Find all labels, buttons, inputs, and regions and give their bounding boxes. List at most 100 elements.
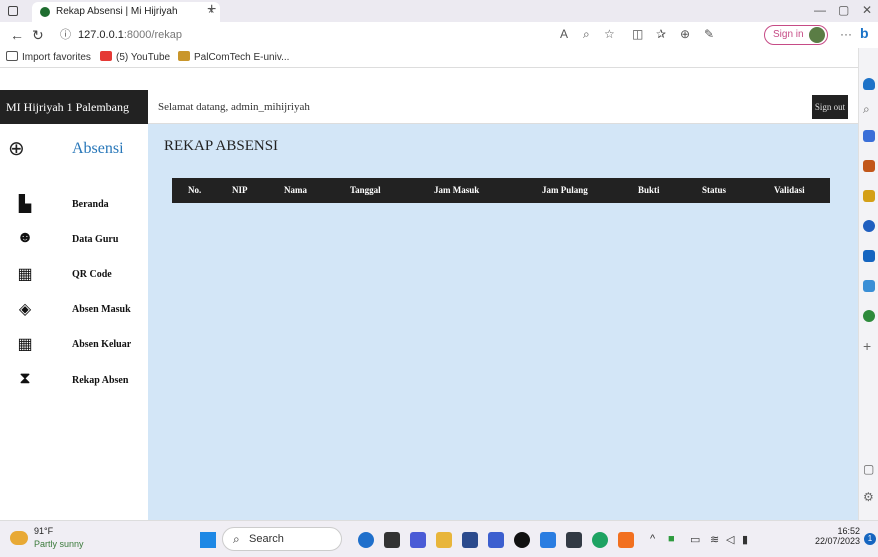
xampp-icon[interactable] [618,532,634,548]
url-input[interactable]: ⓘ 127.0.0.1:8000/rekap [56,25,596,45]
favorites-bar: Import favorites (5) YouTube PalComTech … [0,48,858,68]
weather-temperature[interactable]: 91°F [34,526,53,536]
tab-title: Rekap Absensi | Mi Hijriyah [56,6,178,17]
site-name[interactable]: MI Hijriyah 1 Palembang [0,90,148,124]
split-screen-icon[interactable]: ◫ [632,27,643,41]
clock[interactable]: 16:52 22/07/2023 [812,526,860,546]
favorite-import[interactable]: Import favorites [6,51,91,63]
sidebar-layout-icon[interactable]: ▢ [863,462,874,476]
games-icon[interactable] [863,190,875,202]
column-header-bukti: Bukti [638,185,660,195]
sidebar-item-rekap-absen[interactable]: ⧗ Rekap Absen [0,370,148,394]
column-header-nip: NIP [232,185,248,195]
favorites-icon[interactable]: ✰ [656,27,666,41]
zoom-icon[interactable]: ⌕ [583,27,590,42]
sign-out-button[interactable]: Sign out [812,95,848,119]
sidebar-item-label: Beranda [72,199,109,210]
maximize-icon[interactable]: ▢ [838,3,849,17]
read-aloud-icon[interactable]: A [560,27,568,41]
favorite-youtube[interactable]: (5) YouTube [100,51,170,63]
sidebar-settings-icon[interactable]: ⚙ [863,490,874,504]
tiktok-icon[interactable] [514,532,530,548]
sidebar-item-qr-code[interactable]: ▦ QR Code [0,264,148,288]
url-host: 127.0.0.1 [78,29,124,41]
terminal-icon[interactable] [566,532,582,548]
keyboard-icon[interactable]: ▭ [690,533,700,546]
sign-in-label: Sign in [773,29,804,40]
welcome-text: Selamat datang, admin_mihijriyah [158,101,310,113]
close-window-icon[interactable]: ✕ [862,3,872,17]
collections-icon[interactable]: ⊕ [680,27,690,41]
extensions-icon[interactable]: ✎ [704,27,714,41]
user-icon: ☻ [16,229,34,246]
site-info-icon[interactable]: ⓘ [60,25,71,45]
battery-icon[interactable]: ▮ [742,533,748,546]
add-sidebar-app-icon[interactable]: + [863,338,871,354]
column-header-status: Status [702,185,727,195]
app-icon-2[interactable] [540,532,556,548]
favorite-palcomtech[interactable]: PalComTech E-univ... [178,51,289,63]
weather-icon[interactable] [10,531,28,545]
search-icon: ⌕ [233,532,240,546]
qr-code-icon: ▦ [17,336,33,353]
windows-start-icon[interactable] [200,532,216,548]
clock-time: 16:52 [837,526,860,536]
app-icon-1[interactable] [488,532,504,548]
column-header-validasi: Validasi [774,185,805,195]
taskbar-search[interactable]: ⌕ Search [222,527,342,551]
more-menu-icon[interactable]: ··· [840,27,852,41]
volume-icon[interactable]: ◁ [726,533,734,546]
back-icon[interactable]: ← [10,27,24,43]
sidebar-item-data-guru[interactable]: ☻ Data Guru [0,229,148,253]
microsoft365-icon[interactable] [863,220,875,232]
outlook-icon[interactable] [863,250,875,262]
sidebar-item-absen-keluar[interactable]: ▦ Absen Keluar [0,334,148,358]
search-sidebar-icon[interactable]: ⌕ [863,102,870,117]
notification-bell-icon[interactable] [863,78,875,90]
chat-app-icon[interactable] [410,532,426,548]
column-header-no: No. [188,185,202,195]
file-explorer-icon[interactable] [436,532,452,548]
minimize-icon[interactable]: — [814,3,826,17]
top-navbar: Selamat datang, admin_mihijriyah Sign ou… [148,90,858,124]
drop-icon[interactable] [863,280,875,292]
edge-browser-icon[interactable] [592,532,608,548]
store-app-icon[interactable] [462,532,478,548]
main-content: REKAP ABSENSI No. NIP Nama Tanggal Jam M… [148,124,858,520]
favorite-star-icon[interactable]: ☆ [604,27,615,41]
task-view-icon[interactable] [384,532,400,548]
tab-actions-icon[interactable] [8,6,18,16]
weather-condition[interactable]: Partly sunny [34,539,84,549]
page-top-strip [0,68,858,90]
browser-tab-bar: Rekap Absensi | Mi Hijriyah × + — ▢ ✕ [0,0,878,22]
zoom-in-icon: ⊕ [8,138,25,160]
address-bar: ← ↻ ⓘ 127.0.0.1:8000/rekap A ⌕ ☆ ◫ ✰ ⊕ ✎… [0,22,878,48]
new-tab-button[interactable]: + [207,1,216,19]
tray-app-icon[interactable]: ■ [668,533,675,545]
bing-app-icon[interactable] [358,532,374,548]
hourglass-icon: ⧗ [19,370,31,387]
wifi-icon[interactable]: ≋ [710,533,719,546]
clock-date: 22/07/2023 [814,536,860,546]
browser-tab[interactable]: Rekap Absensi | Mi Hijriyah × [32,2,220,22]
column-header-jam-pulang: Jam Pulang [542,185,588,195]
refresh-icon[interactable]: ↻ [32,27,44,44]
sidebar-item-beranda[interactable]: ▙ Beranda [0,194,148,218]
palcomtech-icon [178,51,190,61]
tools-icon[interactable] [863,160,875,172]
notification-badge[interactable]: 1 [864,533,876,545]
shopping-tag-icon[interactable] [863,130,875,142]
sidebar-item-absen-masuk[interactable]: ◈ Absen Masuk [0,299,148,323]
sidebar: ⊕ Absensi ▙ Beranda ☻ Data Guru ▦ QR Cod… [0,124,148,520]
search-label: Search [249,533,284,545]
page-title: REKAP ABSENSI [164,138,279,154]
taskbar: 91°F Partly sunny ⌕ Search ^ ■ ▭ ≋ ◁ ▮ 1… [0,520,878,557]
sign-in-button[interactable]: Sign in [764,25,828,45]
tray-chevron-icon[interactable]: ^ [650,533,655,545]
sidebar-item-label: Absen Masuk [72,304,131,315]
sidebar-item-label: QR Code [72,269,112,280]
bing-copilot-icon[interactable]: b [860,25,869,41]
tree-icon[interactable] [863,310,875,322]
column-header-nama: Nama [284,185,307,195]
column-header-tanggal: Tanggal [350,185,381,195]
